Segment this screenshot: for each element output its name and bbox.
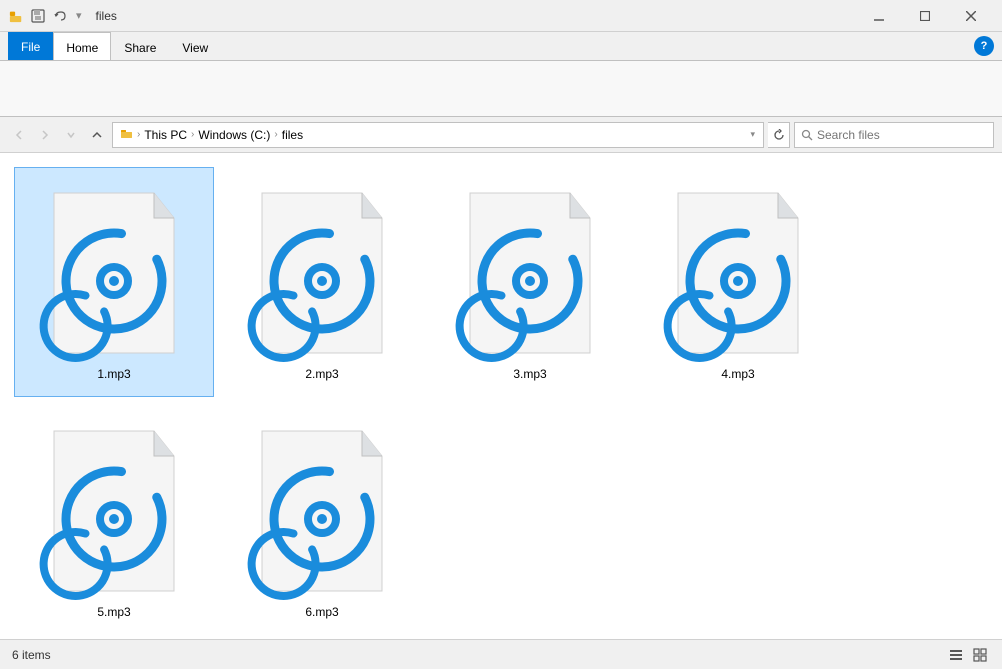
title-bar-left: ▾ files — [8, 8, 856, 24]
path-sep-3: › — [274, 129, 277, 140]
path-sep-1: › — [137, 129, 140, 140]
folder-breadcrumb-icon — [121, 127, 133, 142]
file-name: 1.mp3 — [97, 367, 130, 381]
app-icon — [8, 8, 24, 24]
search-input[interactable] — [817, 128, 987, 142]
file-item[interactable]: 6.mp3 — [222, 405, 422, 635]
breadcrumb-files[interactable]: files — [282, 128, 303, 142]
view-details-button[interactable] — [946, 645, 966, 665]
ribbon-content — [0, 60, 1002, 116]
main-area: 1.mp3 2.mp3 3.mp3 4.mp3 5.mp3 6.mp3 — [0, 153, 1002, 639]
view-large-icons-button[interactable] — [970, 645, 990, 665]
quick-undo-icon[interactable] — [52, 8, 68, 24]
path-dropdown-icon[interactable]: ▾ — [750, 129, 755, 140]
close-button[interactable] — [948, 0, 994, 32]
search-box[interactable] — [794, 122, 994, 148]
file-name: 5.mp3 — [97, 605, 130, 619]
file-content: 1.mp3 2.mp3 3.mp3 4.mp3 5.mp3 6.mp3 — [0, 153, 1002, 639]
file-icon — [658, 183, 818, 363]
ribbon-tabs: File Home Share View ? — [0, 32, 1002, 60]
tab-home[interactable]: Home — [53, 32, 111, 60]
title-bar: ▾ files — [0, 0, 1002, 32]
status-bar: 6 items — [0, 639, 1002, 669]
file-item[interactable]: 1.mp3 — [14, 167, 214, 397]
breadcrumb-windows[interactable]: Windows (C:) — [198, 128, 270, 142]
status-right — [946, 645, 990, 665]
dropdown-button[interactable] — [60, 124, 82, 146]
file-icon — [242, 183, 402, 363]
up-button[interactable] — [86, 124, 108, 146]
quick-save-icon[interactable] — [30, 8, 46, 24]
path-sep-2: › — [191, 129, 194, 140]
item-count: 6 items — [12, 648, 51, 662]
file-item[interactable]: 5.mp3 — [14, 405, 214, 635]
forward-button[interactable] — [34, 124, 56, 146]
refresh-button[interactable] — [768, 122, 790, 148]
file-icon — [242, 421, 402, 601]
tab-file[interactable]: File — [8, 32, 53, 60]
window-title: files — [96, 9, 117, 23]
search-icon — [801, 129, 813, 141]
file-name: 2.mp3 — [305, 367, 338, 381]
address-path[interactable]: › This PC › Windows (C:) › files ▾ — [112, 122, 764, 148]
file-item[interactable]: 4.mp3 — [638, 167, 838, 397]
file-item[interactable]: 2.mp3 — [222, 167, 422, 397]
file-icon — [450, 183, 610, 363]
maximize-button[interactable] — [902, 0, 948, 32]
file-name: 4.mp3 — [721, 367, 754, 381]
help-button[interactable]: ? — [974, 36, 994, 56]
back-button[interactable] — [8, 124, 30, 146]
tab-share[interactable]: Share — [111, 34, 169, 60]
ribbon: File Home Share View ? — [0, 32, 1002, 117]
minimize-button[interactable] — [856, 0, 902, 32]
breadcrumb-thispc[interactable]: This PC — [144, 128, 187, 142]
file-name: 6.mp3 — [305, 605, 338, 619]
file-item[interactable]: 3.mp3 — [430, 167, 630, 397]
address-bar: › This PC › Windows (C:) › files ▾ — [0, 117, 1002, 153]
file-icon — [34, 183, 194, 363]
file-name: 3.mp3 — [513, 367, 546, 381]
title-bar-controls — [856, 0, 994, 32]
tab-view[interactable]: View — [169, 34, 221, 60]
file-icon — [34, 421, 194, 601]
